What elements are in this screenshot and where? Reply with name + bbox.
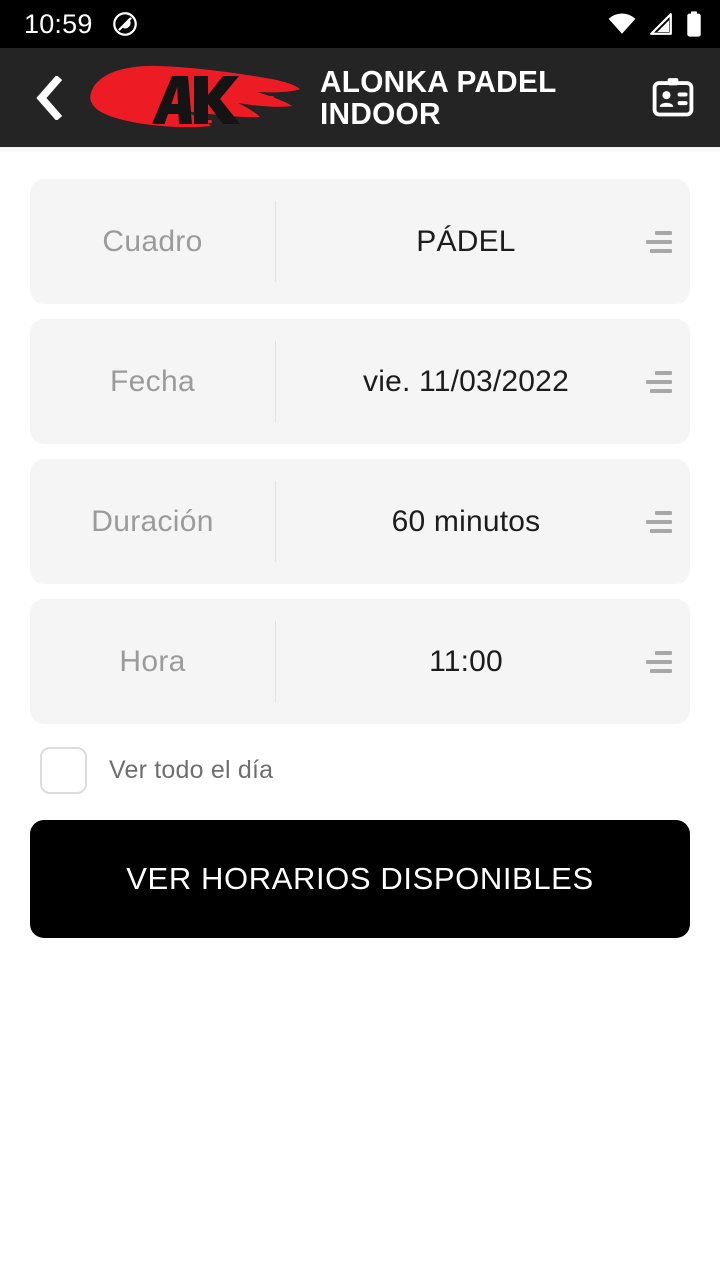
field-row-fecha[interactable]: Fecha vie. 11/03/2022 xyxy=(30,319,690,444)
chevron-left-icon xyxy=(36,75,63,120)
field-label: Duración xyxy=(91,504,214,538)
page-title: ALONKA PADEL INDOOR xyxy=(320,63,557,131)
status-bar-system-icons xyxy=(608,11,702,37)
wifi-icon xyxy=(608,13,636,34)
field-row-cuadro[interactable]: Cuadro PÁDEL xyxy=(30,179,690,304)
app-header: ALONKA PADEL INDOOR xyxy=(0,48,720,147)
field-row-hora[interactable]: Hora 11:00 xyxy=(30,599,690,724)
field-label: Cuadro xyxy=(102,224,203,258)
status-bar-notification-icons xyxy=(111,10,139,38)
list-select-icon[interactable] xyxy=(638,510,690,533)
status-bar-clock: 10:59 xyxy=(24,8,93,39)
brand-logo xyxy=(80,56,312,140)
list-select-icon[interactable] xyxy=(638,370,690,393)
field-value-wrap: vie. 11/03/2022 xyxy=(276,319,690,444)
ver-todo-el-dia-label: Ver todo el día xyxy=(109,756,274,784)
back-button[interactable] xyxy=(22,70,74,126)
ver-todo-el-dia-checkbox[interactable] xyxy=(40,747,87,794)
cell-signal-icon xyxy=(650,13,672,35)
field-row-duracion[interactable]: Duración 60 minutos xyxy=(30,459,690,584)
field-value: vie. 11/03/2022 xyxy=(363,364,569,398)
field-value-wrap: 11:00 xyxy=(276,599,690,724)
field-value-wrap: PÁDEL xyxy=(276,179,690,304)
ver-horarios-disponibles-button[interactable]: VER HORARIOS DISPONIBLES xyxy=(30,820,690,938)
field-value: PÁDEL xyxy=(416,224,516,258)
field-value-wrap: 60 minutos xyxy=(276,459,690,584)
status-bar: 10:59 xyxy=(0,0,720,48)
field-value: 60 minutos xyxy=(391,504,541,538)
field-value: 11:00 xyxy=(429,644,503,678)
id-badge-icon xyxy=(652,77,694,116)
alonka-ak-logo-icon xyxy=(90,65,300,127)
ver-todo-el-dia-row[interactable]: Ver todo el día xyxy=(30,747,690,794)
booking-form: Cuadro PÁDEL Fecha vie. 11/03/2022 Durac… xyxy=(0,153,720,938)
list-select-icon[interactable] xyxy=(638,650,690,673)
member-card-button[interactable] xyxy=(646,71,700,125)
field-label: Hora xyxy=(119,644,186,678)
do-not-disturb-icon xyxy=(112,12,137,36)
field-label: Fecha xyxy=(110,364,195,398)
list-select-icon[interactable] xyxy=(638,230,690,253)
battery-icon xyxy=(687,11,701,37)
